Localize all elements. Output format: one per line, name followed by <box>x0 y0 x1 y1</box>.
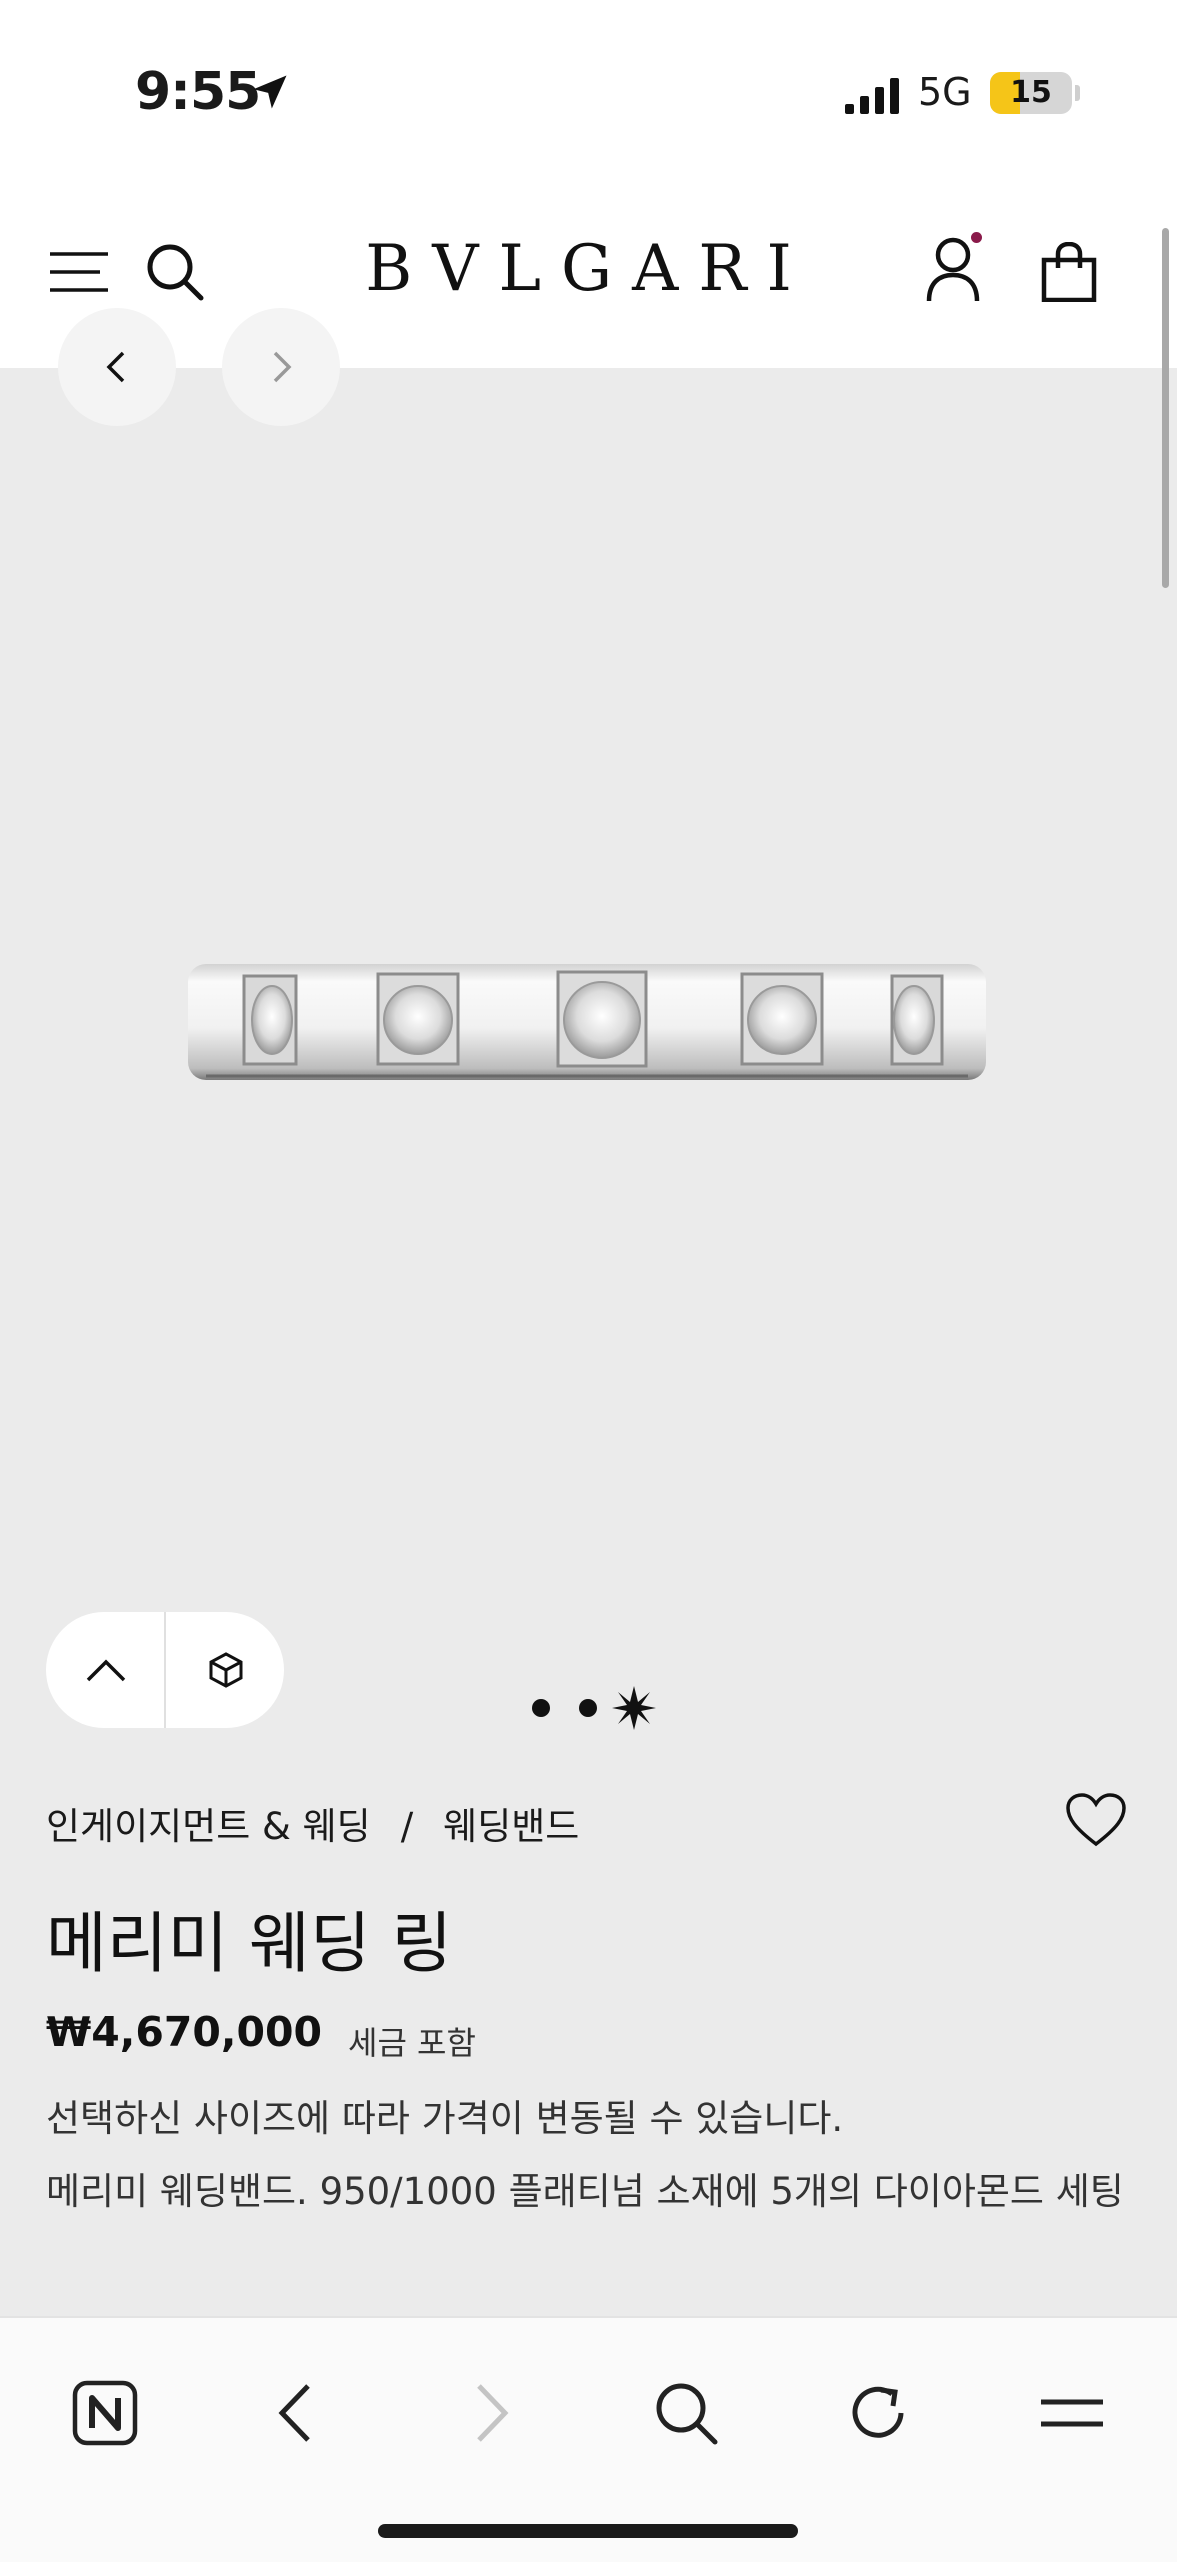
menu-icon[interactable] <box>1012 2358 1132 2468</box>
reload-icon[interactable] <box>818 2358 938 2468</box>
chevron-up-icon <box>86 1659 126 1682</box>
next-image-button[interactable] <box>222 308 340 426</box>
previous-image-button[interactable] <box>58 308 176 426</box>
product-title: 메리미 웨딩 링 <box>46 1905 453 1982</box>
notification-dot <box>971 232 982 243</box>
product-image <box>186 960 988 1094</box>
shopping-bag-icon[interactable] <box>1040 241 1098 306</box>
home-indicator[interactable] <box>378 2524 798 2538</box>
chevron-left-icon <box>106 351 125 383</box>
battery-tip <box>1075 85 1080 101</box>
forward-icon[interactable] <box>430 2358 550 2468</box>
breadcrumb-separator: / <box>400 1805 414 1848</box>
status-bar: 9:55 5G 15 <box>0 0 1177 190</box>
breadcrumb-subcategory[interactable]: 웨딩밴드 <box>443 1805 579 1848</box>
site-header: BVLGARI <box>0 190 1177 368</box>
browser-toolbar <box>0 2316 1177 2562</box>
product-area: 인게이지먼트 & 웨딩 / 웨딩밴드 메리미 웨딩 링 ₩4,670,000 세금 … <box>0 308 1177 2316</box>
product-price: ₩4,670,000 <box>46 2008 323 2056</box>
search-icon[interactable] <box>626 2358 746 2468</box>
status-time: 9:55 <box>135 62 261 122</box>
battery-percent: 15 <box>1010 75 1052 110</box>
chevron-right-icon <box>273 351 292 383</box>
product-description: 메리미 웨딩밴드. 950/1000 플래티넘 소재에 5개의 다이아몬드 세팅 <box>46 2170 1124 2213</box>
view-3d-button[interactable] <box>166 1612 284 1728</box>
account-icon[interactable] <box>925 235 981 307</box>
price-note: 선택하신 사이즈에 따라 가격이 변동될 수 있습니다. <box>46 2097 844 2140</box>
tax-note: 세금 포함 <box>348 2024 476 2062</box>
battery-icon: 15 <box>990 72 1072 114</box>
collapse-button[interactable] <box>46 1612 164 1728</box>
image-controls <box>46 1612 284 1728</box>
back-icon[interactable] <box>237 2358 357 2468</box>
naver-home-icon[interactable] <box>45 2358 165 2468</box>
network-type: 5G <box>918 70 972 114</box>
pager-dot[interactable] <box>579 1699 597 1717</box>
image-pager <box>528 1686 658 1740</box>
breadcrumb-category[interactable]: 인게이지먼트 & 웨딩 <box>46 1805 371 1848</box>
pager-dot-active-sparkle-icon[interactable] <box>612 1686 656 1730</box>
brand-logo[interactable]: BVLGARI <box>0 232 1177 306</box>
cube-3d-icon <box>209 1652 243 1688</box>
location-arrow-icon <box>248 70 292 118</box>
heart-icon[interactable] <box>1065 1792 1127 1852</box>
signal-icon <box>843 78 903 118</box>
pager-dot[interactable] <box>532 1699 550 1717</box>
scrollbar[interactable] <box>1162 228 1169 588</box>
breadcrumb: 인게이지먼트 & 웨딩 / 웨딩밴드 <box>46 1796 579 1850</box>
